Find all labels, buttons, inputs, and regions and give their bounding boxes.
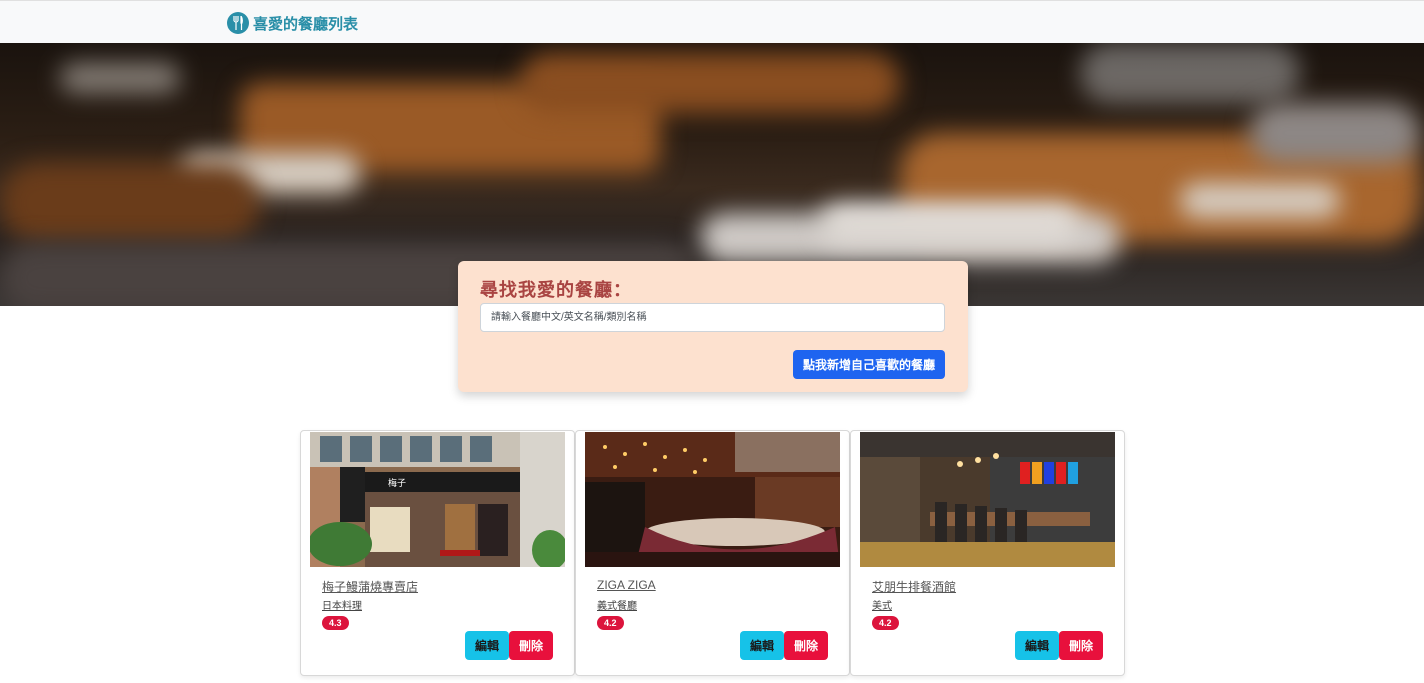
delete-button[interactable]: 刪除 <box>509 631 553 660</box>
edit-button[interactable]: 編輯 <box>740 631 784 660</box>
restaurant-photo[interactable] <box>860 432 1115 567</box>
edit-button[interactable]: 編輯 <box>1015 631 1059 660</box>
search-panel: 尋找我愛的餐廳： 點我新增自己喜歡的餐廳 <box>458 261 968 392</box>
svg-text:梅子: 梅子 <box>388 477 406 489</box>
navbar: 喜愛的餐廳列表 <box>0 0 1424 43</box>
restaurant-name[interactable]: 梅子鰻蒲燒專賣店 <box>322 578 418 595</box>
delete-button[interactable]: 刪除 <box>1059 631 1103 660</box>
search-title: 尋找我愛的餐廳： <box>480 280 632 300</box>
rating-badge: 4.2 <box>872 616 899 630</box>
brand-link[interactable]: 喜愛的餐廳列表 <box>227 12 358 34</box>
restaurant-category[interactable]: 義式餐廳 <box>597 597 637 612</box>
restaurant-category[interactable]: 美式 <box>872 597 892 612</box>
rating-badge: 4.3 <box>322 616 349 630</box>
search-input[interactable] <box>480 303 945 332</box>
restaurant-card: 梅子 梅子鰻蒲燒專賣店 日本料理 4.3 編輯 刪除 <box>300 430 575 676</box>
edit-button[interactable]: 編輯 <box>465 631 509 660</box>
restaurant-photo[interactable] <box>585 432 840 567</box>
restaurant-name[interactable]: ZIGA ZIGA <box>597 578 656 592</box>
restaurant-category[interactable]: 日本料理 <box>322 597 362 612</box>
restaurant-card-list: 梅子 梅子鰻蒲燒專賣店 日本料理 4.3 編輯 刪除 ZIGA ZIGA 義式餐… <box>300 430 1126 676</box>
restaurant-photo[interactable]: 梅子 <box>310 432 565 567</box>
rating-badge: 4.2 <box>597 616 624 630</box>
delete-button[interactable]: 刪除 <box>784 631 828 660</box>
add-restaurant-button[interactable]: 點我新增自己喜歡的餐廳 <box>793 350 945 379</box>
brand-title: 喜愛的餐廳列表 <box>253 15 359 33</box>
utensils-icon <box>227 12 249 34</box>
restaurant-name[interactable]: 艾朋牛排餐酒館 <box>872 578 956 595</box>
restaurant-card: ZIGA ZIGA 義式餐廳 4.2 編輯 刪除 <box>575 430 850 676</box>
restaurant-card: 艾朋牛排餐酒館 美式 4.2 編輯 刪除 <box>850 430 1125 676</box>
